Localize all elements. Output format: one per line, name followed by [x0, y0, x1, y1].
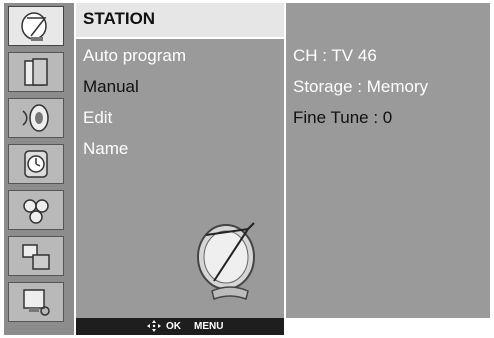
menu-hint: MENU	[194, 321, 224, 332]
menu-item-auto-program[interactable]: Auto program	[83, 46, 186, 66]
ok-hint: OK	[166, 321, 181, 332]
screen-adjust-icon[interactable]	[8, 236, 64, 276]
menu-item-name[interactable]: Name	[83, 139, 128, 159]
speaker-audio-icon[interactable]	[8, 98, 64, 138]
fine-tune-value[interactable]: Fine Tune : 0	[293, 108, 392, 128]
menu-item-manual[interactable]: Manual	[83, 77, 139, 97]
menu-item-edit[interactable]: Edit	[83, 108, 112, 128]
picture-panel-icon[interactable]	[8, 52, 64, 92]
storage-value: Storage : Memory	[293, 77, 429, 96]
channel-value: CH : TV 46	[293, 46, 377, 65]
menu-title: STATION	[83, 9, 156, 28]
clock-time-icon[interactable]	[8, 144, 64, 184]
satellite-dish-icon[interactable]	[8, 6, 64, 46]
gears-special-icon[interactable]	[8, 190, 64, 230]
satellite-dish-icon	[197, 222, 255, 300]
four-way-arrow-icon	[146, 319, 162, 336]
lock-setup-icon[interactable]	[8, 282, 64, 322]
